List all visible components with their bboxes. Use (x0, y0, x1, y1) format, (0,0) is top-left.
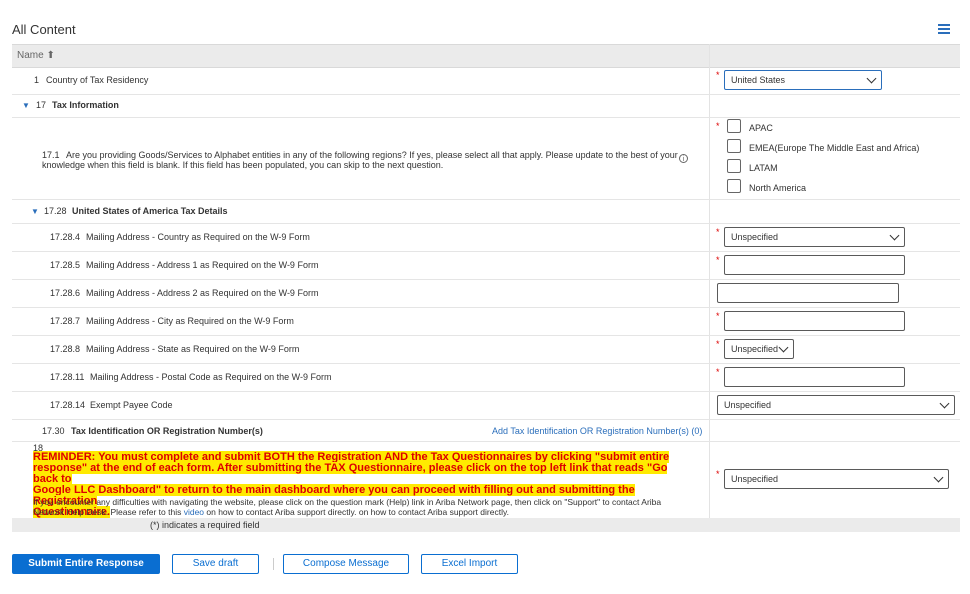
exempt-payee-select[interactable]: Unspecified (717, 395, 955, 415)
exempt-payee-select-value: Unspecified (724, 400, 772, 410)
checkbox-label-emea: EMEA(Europe The Middle East and Africa) (749, 143, 920, 153)
country-select[interactable]: United States (724, 70, 882, 90)
collapse-caret-icon[interactable]: ▼ (22, 101, 30, 110)
section-number: 17 (36, 100, 47, 110)
question-label-w9-country: Mailing Address - Country as Required on… (86, 232, 310, 242)
chevron-down-icon (866, 73, 877, 84)
required-mark: * (716, 227, 720, 237)
checkbox-label-apac: APAC (749, 123, 773, 133)
chevron-down-icon (889, 230, 900, 241)
info-icon[interactable]: i (679, 154, 688, 163)
help-video-link[interactable]: video (184, 507, 204, 517)
question-label-postal: Mailing Address - Postal Code as Require… (90, 372, 332, 382)
required-mark: * (716, 367, 720, 377)
name-column-header[interactable]: Name ⬆ (17, 50, 55, 61)
help-text-line1: If you encounter any difficulties with n… (33, 497, 662, 507)
reminder-select-value: Unspecified (731, 474, 779, 484)
chevron-down-icon (778, 342, 789, 353)
postal-code-input[interactable] (724, 367, 905, 387)
question-label-address2: Mailing Address - Address 2 as Required … (86, 288, 319, 298)
question-label-address1: Mailing Address - Address 1 as Required … (86, 260, 319, 270)
required-field-note: (*) indicates a required field (150, 520, 260, 530)
table-header: Name ⬆ (12, 44, 960, 68)
row-divider (12, 441, 960, 442)
submit-entire-response-button[interactable]: Submit Entire Response (12, 554, 160, 574)
row-divider (12, 363, 960, 364)
question-number: 17.1 (42, 150, 60, 160)
question-label-city: Mailing Address - City as Required on th… (86, 316, 294, 326)
required-mark: * (716, 70, 720, 80)
question-number: 1 (34, 75, 40, 85)
reminder-line: response" at the end of each form. After… (33, 462, 668, 485)
checkbox-north-america[interactable] (727, 179, 741, 193)
row-divider (12, 251, 960, 252)
checkbox-label-north-america: North America (749, 183, 807, 193)
checkbox-label-latam: LATAM (749, 163, 778, 173)
excel-import-button[interactable]: Excel Import (421, 554, 518, 574)
required-mark: * (716, 469, 720, 479)
required-mark: * (716, 311, 720, 321)
w9-country-select[interactable]: Unspecified (724, 227, 905, 247)
state-select[interactable]: Unspecified (724, 339, 794, 359)
compose-message-button[interactable]: Compose Message (283, 554, 409, 574)
required-mark: * (716, 339, 720, 349)
question-number: 17.28.4 (50, 232, 81, 242)
section-title-tax-information: Tax Information (52, 100, 119, 110)
city-input[interactable] (724, 311, 905, 331)
row-divider (12, 199, 960, 200)
row-divider (12, 117, 960, 118)
row-divider (12, 279, 960, 280)
table-footer: (*) indicates a required field (12, 518, 960, 532)
question-label-state: Mailing Address - State as Required on t… (86, 344, 300, 354)
help-text-prefix: Network Help Desk. Please refer to this (33, 507, 184, 517)
row-divider (12, 94, 960, 95)
chevron-down-icon (933, 472, 944, 483)
add-tin-link[interactable]: Add Tax Identification OR Registration N… (492, 426, 702, 436)
question-label-country: Country of Tax Residency (46, 75, 149, 85)
question-label-exempt-payee: Exempt Payee Code (90, 400, 173, 410)
question-label-tin: Tax Identification OR Registration Numbe… (71, 426, 263, 436)
address2-input[interactable] (717, 283, 899, 303)
w9-country-select-value: Unspecified (731, 232, 779, 242)
section-number: 17.28 (44, 206, 67, 216)
question-number: 17.28.8 (50, 344, 81, 354)
row-divider (12, 335, 960, 336)
help-text-line2: Network Help Desk. Please refer to this … (33, 507, 509, 517)
table-options-icon[interactable] (938, 24, 950, 34)
row-divider (12, 307, 960, 308)
question-label-regions-line1: Are you providing Goods/Services to Alph… (66, 150, 678, 160)
row-divider (12, 223, 960, 224)
required-mark: * (716, 121, 720, 131)
help-text-suffix: on how to contact Ariba support directly… (204, 507, 509, 517)
chevron-down-icon (939, 398, 950, 409)
checkbox-emea[interactable] (727, 139, 741, 153)
checkbox-latam[interactable] (727, 159, 741, 173)
row-divider (12, 391, 960, 392)
question-number: 17.28.5 (50, 260, 81, 270)
required-mark: * (716, 255, 720, 265)
page-title: All Content (12, 22, 76, 37)
section-title-usa-tax-details: United States of America Tax Details (72, 206, 228, 216)
collapse-caret-icon[interactable]: ▼ (31, 207, 39, 216)
country-select-value: United States (731, 75, 786, 85)
button-separator (273, 558, 274, 570)
question-number: 17.30 (42, 426, 65, 436)
save-draft-button[interactable]: Save draft (172, 554, 259, 574)
reminder-select[interactable]: Unspecified (724, 469, 949, 489)
state-select-value: Unspecified (731, 344, 779, 354)
question-label-regions-line2: knowledge when this field is blank. If t… (42, 160, 444, 170)
question-number: 17.28.11 (50, 372, 85, 382)
question-number: 17.28.6 (50, 288, 81, 298)
address1-input[interactable] (724, 255, 905, 275)
checkbox-apac[interactable] (727, 119, 741, 133)
column-divider (709, 44, 710, 518)
question-number: 17.28.7 (50, 316, 81, 326)
question-number: 17.28.14 (50, 400, 86, 410)
row-divider (12, 419, 960, 420)
